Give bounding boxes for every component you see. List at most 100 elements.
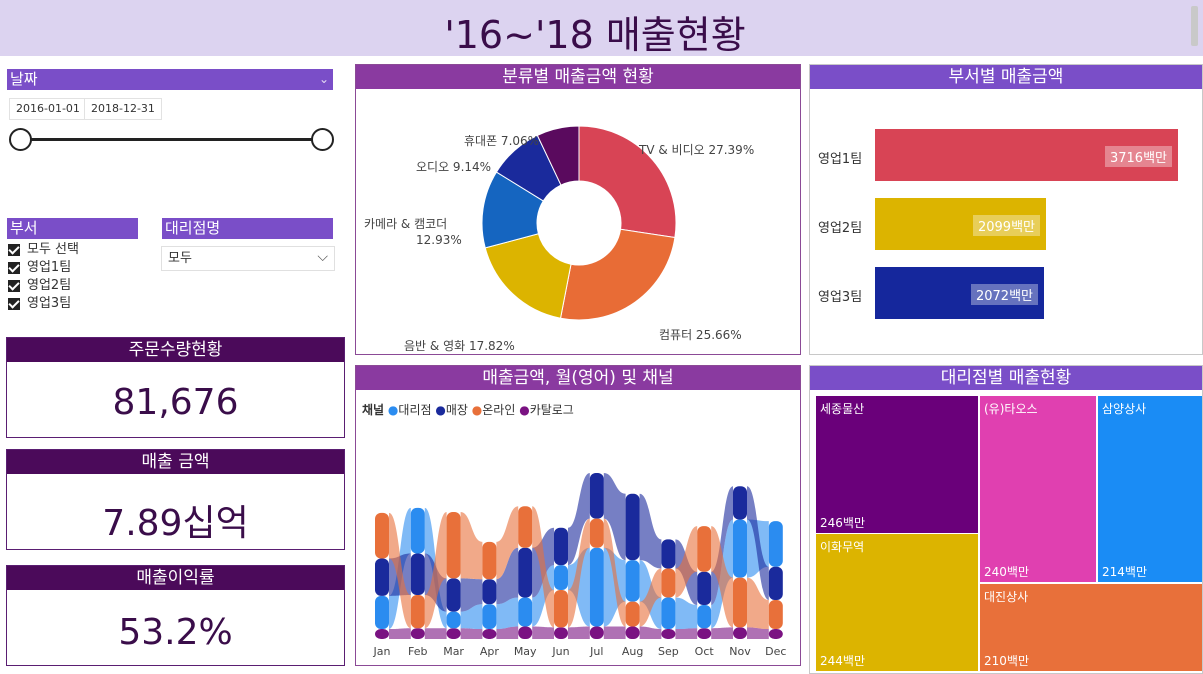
ribbon-segment[interactable] bbox=[554, 627, 568, 639]
ribbon-segment[interactable] bbox=[410, 628, 425, 639]
start-date-handle[interactable] bbox=[9, 128, 32, 151]
ribbon-band[interactable] bbox=[532, 626, 554, 639]
ribbon-band[interactable] bbox=[603, 626, 626, 639]
ribbon-segment[interactable] bbox=[554, 565, 568, 591]
ribbon-segment[interactable] bbox=[661, 629, 676, 639]
ribbon-band[interactable] bbox=[568, 626, 590, 639]
ribbon-segment[interactable] bbox=[661, 568, 676, 598]
ribbon-segment[interactable] bbox=[733, 627, 747, 639]
ribbon-band[interactable] bbox=[424, 628, 447, 639]
kpi-title: 주문수량현황 bbox=[7, 338, 344, 362]
ribbon-segment[interactable] bbox=[697, 526, 712, 572]
ribbon-band[interactable] bbox=[389, 628, 411, 639]
ribbon-segment[interactable] bbox=[482, 629, 497, 639]
ribbon-segment[interactable] bbox=[768, 629, 783, 639]
ribbon-segment[interactable] bbox=[410, 595, 425, 629]
checkbox-icon[interactable] bbox=[8, 243, 20, 256]
x-tick-label: May bbox=[514, 645, 537, 658]
ribbon-segment[interactable] bbox=[375, 595, 389, 630]
start-date-input[interactable]: 2016-01-01 bbox=[9, 98, 87, 120]
ribbon-segment[interactable] bbox=[375, 629, 389, 639]
ribbon-segment[interactable] bbox=[661, 539, 676, 569]
treemap-tile[interactable]: 이화무역 244백만 bbox=[816, 534, 978, 671]
ribbon-segment[interactable] bbox=[697, 604, 712, 629]
ribbon-segment[interactable] bbox=[733, 519, 747, 578]
legend-item[interactable]: 카탈로그 bbox=[530, 403, 574, 417]
dept-option[interactable]: 모두 선택 bbox=[8, 241, 79, 259]
ribbon-segment[interactable] bbox=[625, 493, 640, 561]
legend-item[interactable]: 온라인 bbox=[482, 403, 515, 417]
ribbon-segment[interactable] bbox=[625, 601, 640, 627]
ribbon-segment[interactable] bbox=[446, 512, 461, 579]
dept-option[interactable]: 영업1팀 bbox=[8, 259, 79, 277]
kpi-value: 81,676 bbox=[112, 382, 239, 423]
ribbon-band[interactable] bbox=[675, 628, 698, 639]
ribbon-band[interactable] bbox=[460, 512, 483, 580]
ribbon-band[interactable] bbox=[639, 626, 662, 639]
legend-item[interactable]: 대리점 bbox=[398, 403, 431, 417]
ribbon-segment[interactable] bbox=[589, 626, 604, 639]
scrollbar[interactable] bbox=[1191, 6, 1198, 46]
donut-slice[interactable] bbox=[559, 228, 676, 321]
legend-item[interactable]: 매장 bbox=[446, 403, 468, 417]
treemap-tile[interactable]: 대진상사 210백만 bbox=[980, 584, 1202, 671]
ribbon-segment[interactable] bbox=[518, 626, 533, 639]
slice-label: 12.93% bbox=[416, 233, 462, 247]
date-range-track bbox=[20, 138, 322, 141]
x-tick-label: Nov bbox=[729, 645, 751, 658]
ribbon-title: 매출금액, 월(영어) 및 채널 bbox=[356, 366, 800, 390]
ribbon-segment[interactable] bbox=[410, 507, 425, 554]
treemap-panel: 대리점별 매출현황 세종물산 246백만 이화무역 244백만 (유)타오스 2… bbox=[809, 365, 1203, 674]
checkbox-icon[interactable] bbox=[8, 279, 20, 292]
ribbon-segment[interactable] bbox=[768, 599, 783, 630]
ribbon-segment[interactable] bbox=[697, 628, 712, 639]
ribbon-segment[interactable] bbox=[768, 566, 783, 600]
treemap-tile[interactable]: 삼양상사 214백만 bbox=[1098, 396, 1202, 582]
ribbon-segment[interactable] bbox=[482, 541, 497, 580]
donut-title: 분류별 매출금액 현황 bbox=[356, 65, 800, 89]
ribbon-segment[interactable] bbox=[733, 577, 747, 628]
ribbon-band[interactable] bbox=[460, 628, 483, 639]
ribbon-band[interactable] bbox=[747, 627, 769, 639]
x-tick-label: Dec bbox=[765, 645, 786, 658]
ribbon-segment[interactable] bbox=[446, 578, 461, 612]
end-date-input[interactable]: 2018-12-31 bbox=[84, 98, 162, 120]
ribbon-segment[interactable] bbox=[410, 553, 425, 596]
x-tick-label: Jan bbox=[373, 645, 391, 658]
ribbon-segment[interactable] bbox=[554, 590, 568, 628]
dept-slicer-header: 부서 bbox=[7, 218, 138, 239]
ribbon-segment[interactable] bbox=[518, 506, 533, 548]
ribbon-segment[interactable] bbox=[589, 518, 604, 548]
ribbon-segment[interactable] bbox=[625, 626, 640, 639]
chevron-down-icon[interactable]: ⌄ bbox=[319, 69, 329, 90]
ribbon-segment[interactable] bbox=[589, 473, 604, 519]
branch-dropdown[interactable]: 모두 ⌵ bbox=[161, 246, 335, 271]
ribbon-segment[interactable] bbox=[446, 611, 461, 629]
ribbon-segment[interactable] bbox=[518, 547, 533, 598]
ribbon-segment[interactable] bbox=[375, 512, 389, 559]
slice-label: 카메라 & 캠코더 bbox=[364, 217, 447, 231]
ribbon-segment[interactable] bbox=[446, 628, 461, 639]
donut-slice[interactable] bbox=[484, 233, 572, 319]
ribbon-band[interactable] bbox=[711, 627, 733, 639]
ribbon-segment[interactable] bbox=[768, 521, 783, 567]
ribbon-segment[interactable] bbox=[625, 560, 640, 602]
checkbox-icon[interactable] bbox=[8, 297, 20, 310]
ribbon-segment[interactable] bbox=[482, 604, 497, 630]
ribbon-band[interactable] bbox=[639, 493, 662, 569]
treemap-tile[interactable]: 세종물산 246백만 bbox=[816, 396, 978, 533]
ribbon-segment[interactable] bbox=[482, 579, 497, 605]
ribbon-segment[interactable] bbox=[697, 571, 712, 605]
checkbox-icon[interactable] bbox=[8, 261, 20, 274]
ribbon-segment[interactable] bbox=[661, 597, 676, 630]
ribbon-segment[interactable] bbox=[554, 527, 568, 566]
dept-option[interactable]: 영업2팀 bbox=[8, 277, 79, 295]
ribbon-segment[interactable] bbox=[375, 558, 389, 596]
treemap-tile[interactable]: (유)타오스 240백만 bbox=[980, 396, 1096, 582]
donut-panel: 분류별 매출금액 현황 TV & 비디오 27.39% 컴퓨터 25.66% 음… bbox=[355, 64, 801, 355]
ribbon-segment[interactable] bbox=[589, 547, 604, 627]
dept-option[interactable]: 영업3팀 bbox=[8, 295, 79, 313]
ribbon-segment[interactable] bbox=[733, 486, 747, 520]
end-date-handle[interactable] bbox=[311, 128, 334, 151]
ribbon-segment[interactable] bbox=[518, 597, 533, 627]
